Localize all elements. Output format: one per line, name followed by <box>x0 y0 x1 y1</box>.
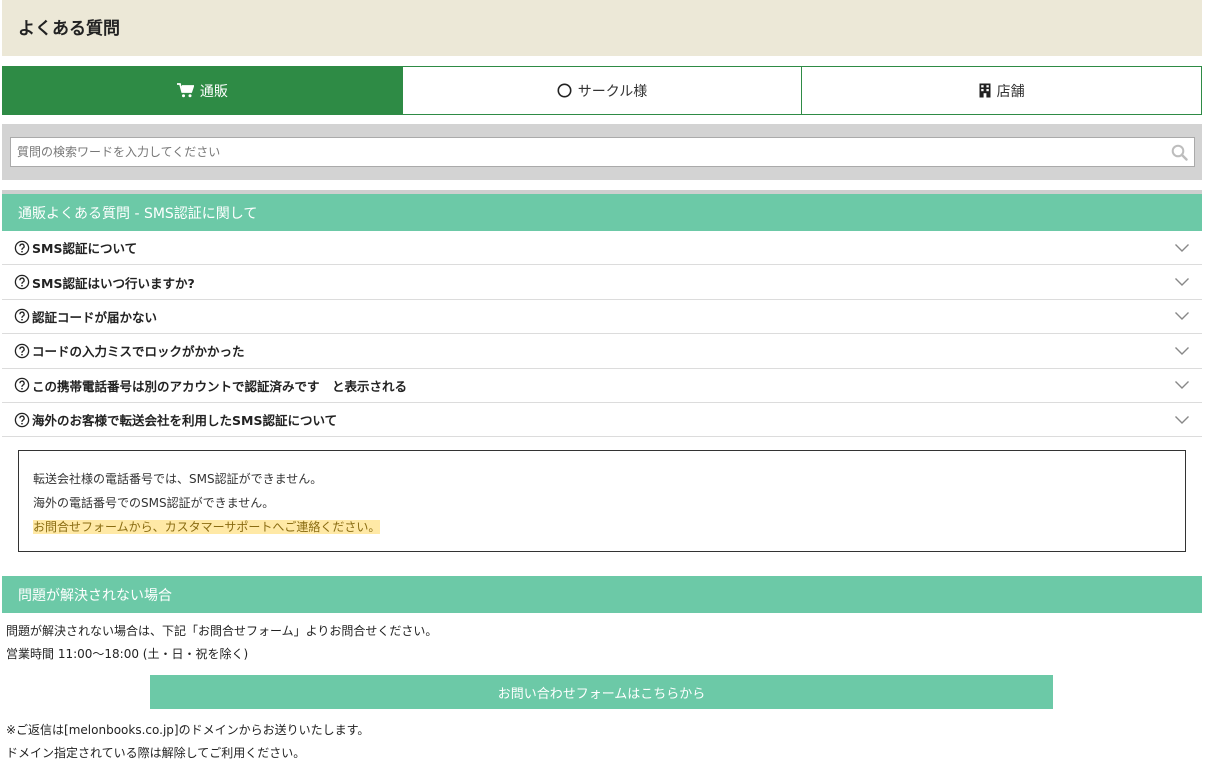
domain-setting-note: ドメイン指定されている際は解除してご利用ください。 <box>6 746 306 760</box>
contact-section-title: 問題が解決されない場合 <box>2 576 1202 613</box>
search-button[interactable] <box>1164 138 1194 166</box>
tab-store[interactable]: 店舗 <box>801 67 1202 114</box>
faq-question: 海外のお客様で転送会社を利用したSMS認証について <box>32 413 338 429</box>
tab-mail-order[interactable]: 通販 <box>3 67 402 114</box>
circle-icon <box>557 83 572 98</box>
faq-question: 認証コードが届かない <box>32 309 158 325</box>
question-icon <box>14 274 30 290</box>
tab-label: 店舗 <box>996 83 1025 100</box>
page-title: よくある質問 <box>18 19 120 39</box>
faq-list: SMS認証について SMS認証はいつ行いますか? 認証コードが届かない コードの… <box>2 231 1202 438</box>
tab-label: サークル様 <box>577 83 648 100</box>
chevron-down-icon <box>1174 380 1190 390</box>
search-icon <box>1171 144 1188 161</box>
chevron-down-icon <box>1174 243 1190 253</box>
faq-question: SMS認証について <box>32 241 138 257</box>
chevron-down-icon <box>1174 415 1190 425</box>
answer-highlight: お問合せフォームから、カスタマーサポートへご連絡ください。 <box>33 520 381 534</box>
faq-item[interactable]: この携帯電話番号は別のアカウントで認証済みです と表示される <box>2 369 1202 403</box>
question-icon <box>14 412 30 428</box>
faq-item[interactable]: コードの入力ミスでロックがかかった <box>2 334 1202 369</box>
answer-line: 転送会社様の電話番号では、SMS認証ができません。 <box>33 472 323 486</box>
search-area <box>2 124 1202 180</box>
tab-label: 通販 <box>199 83 228 100</box>
building-icon <box>979 83 991 98</box>
faq-question: この携帯電話番号は別のアカウントで認証済みです と表示される <box>32 378 408 394</box>
business-hours: 営業時間 11:00～18:00 (土・日・祝を除く) <box>6 647 249 661</box>
chevron-down-icon <box>1174 277 1190 287</box>
faq-question: コードの入力ミスでロックがかかった <box>32 344 245 360</box>
chevron-down-icon <box>1174 311 1190 321</box>
faq-section-title: 通販よくある質問 - SMS認証に関して <box>2 194 1202 231</box>
question-icon <box>14 308 30 324</box>
faq-answer: 転送会社様の電話番号では、SMS認証ができません。 海外の電話番号でのSMS認証… <box>18 450 1186 552</box>
faq-item[interactable]: SMS認証はいつ行いますか? <box>2 265 1202 300</box>
contact-description: 問題が解決されない場合は、下記「お問合せフォーム」よりお問合せください。 <box>6 624 438 638</box>
faq-question: SMS認証はいつ行いますか? <box>32 275 195 291</box>
search-input[interactable] <box>11 138 1164 166</box>
reply-domain-note: ※ご返信は[melonbooks.co.jp]のドメインからお送りいたします。 <box>6 723 370 737</box>
question-icon <box>14 377 30 393</box>
category-tabs: 通販 サークル様 店舗 <box>2 66 1202 115</box>
faq-item-expanded[interactable]: 海外のお客様で転送会社を利用したSMS認証について <box>2 403 1202 438</box>
question-icon <box>14 343 30 359</box>
tab-circle[interactable]: サークル様 <box>401 67 802 114</box>
faq-item[interactable]: SMS認証について <box>2 231 1202 266</box>
contact-form-button[interactable]: お問い合わせフォームはこちらから <box>150 675 1053 709</box>
faq-item[interactable]: 認証コードが届かない <box>2 300 1202 335</box>
question-icon <box>14 240 30 256</box>
search-box <box>10 137 1195 167</box>
answer-line: 海外の電話番号でのSMS認証ができません。 <box>33 496 275 510</box>
chevron-down-icon <box>1174 346 1190 356</box>
page-header: よくある質問 <box>2 0 1202 56</box>
cart-icon <box>176 83 194 98</box>
